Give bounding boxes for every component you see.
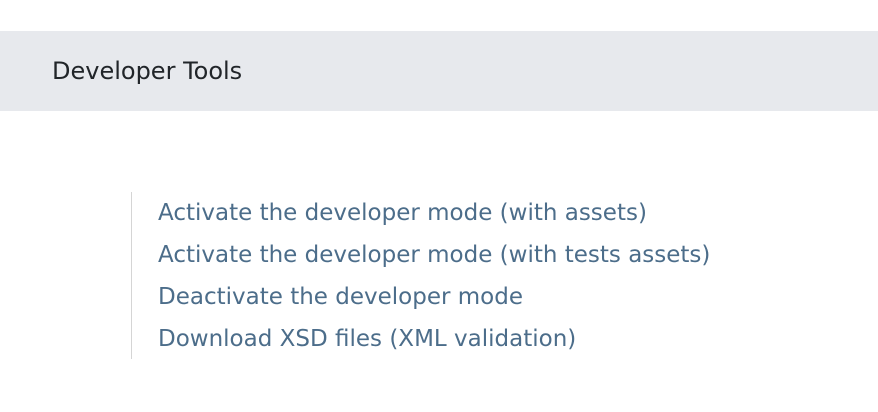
activate-dev-mode-tests-assets-link[interactable]: Activate the developer mode (with tests …: [158, 234, 710, 276]
section-title: Developer Tools: [52, 57, 243, 85]
activate-dev-mode-assets-link[interactable]: Activate the developer mode (with assets…: [158, 192, 710, 234]
developer-tools-links: Activate the developer mode (with assets…: [131, 192, 710, 359]
download-xsd-files-link[interactable]: Download XSD files (XML validation): [158, 318, 710, 360]
section-header: Developer Tools: [0, 31, 878, 111]
deactivate-dev-mode-link[interactable]: Deactivate the developer mode: [158, 276, 710, 318]
